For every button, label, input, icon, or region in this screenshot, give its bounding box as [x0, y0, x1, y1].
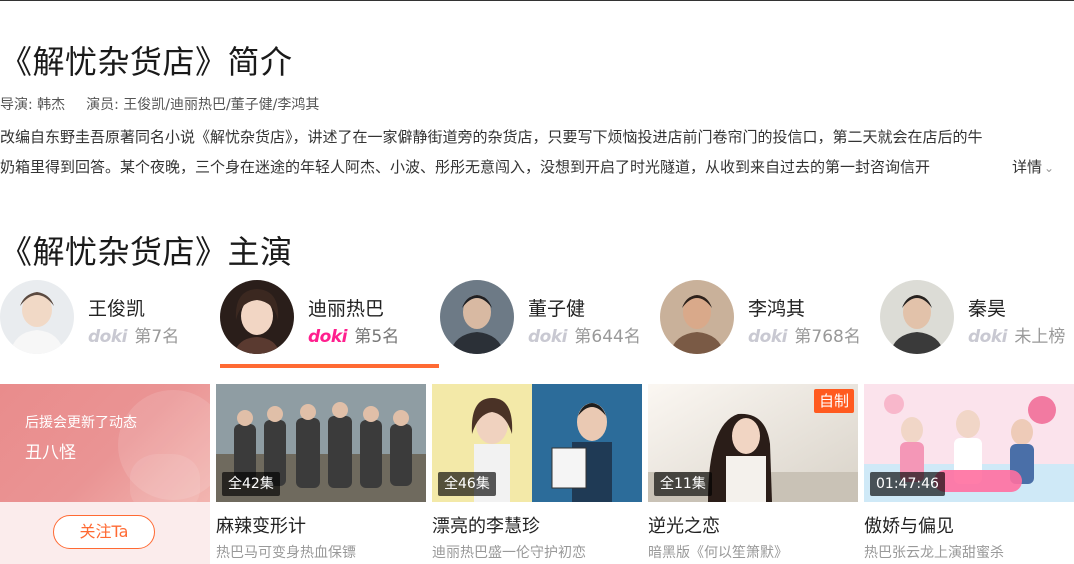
active-actor-indicator — [220, 364, 439, 368]
more-details-link[interactable]: 详情 ⌄ — [1012, 156, 1054, 177]
actor-card-3[interactable]: 董子健 doki 第644名 — [440, 278, 660, 368]
actor-card-4[interactable]: 李鸿其 doki 第768名 — [660, 278, 880, 368]
actor-rank: doki 第5名 — [308, 322, 399, 347]
show-title[interactable]: 麻辣变形计 — [216, 512, 306, 538]
top-divider — [0, 0, 1074, 1]
description-line-2: 奶箱里得到回答。某个夜晚，三个身在迷途的年轻人阿杰、小波、彤彤无意闯入，没想到开… — [0, 158, 931, 176]
show-subtitle: 迪丽热巴盛一伦守护初恋 — [432, 545, 586, 561]
episode-count-badge: 全46集 — [438, 472, 496, 496]
show-poster[interactable]: 自制 全11集 — [648, 384, 858, 502]
rank-text: 第5名 — [354, 327, 400, 347]
show-poster[interactable]: 01:47:46 — [864, 384, 1074, 502]
actor-rank: doki 第768名 — [748, 322, 861, 347]
show-title[interactable]: 漂亮的李慧珍 — [432, 512, 540, 538]
actor-name: 秦昊 — [968, 298, 1007, 320]
actor-rank: doki 第644名 — [528, 322, 641, 347]
cast-title: 《解忧杂货店》主演 — [0, 233, 293, 271]
doki-logo: doki — [308, 327, 347, 347]
fan-club-post-title[interactable]: 丑八怪 — [25, 438, 76, 463]
intro-title: 《解忧杂货店》简介 — [0, 43, 293, 81]
show-poster[interactable]: 全42集 — [216, 384, 426, 502]
show-card-4[interactable]: 01:47:46 傲娇与偏见 热巴张云龙上演甜蜜杀 — [864, 384, 1074, 564]
rank-text: 第768名 — [794, 327, 861, 347]
show-card-1[interactable]: 全42集 麻辣变形计 热巴马可变身热血保镖 — [216, 384, 426, 564]
avatar — [660, 280, 734, 354]
actor-rank: doki 未上榜 — [968, 322, 1065, 347]
rank-text: 第644名 — [574, 327, 641, 347]
decor — [130, 454, 200, 502]
show-card-2[interactable]: 全46集 漂亮的李慧珍 迪丽热巴盛一伦守护初恋 — [432, 384, 642, 564]
doki-logo: doki — [528, 327, 567, 347]
actor-card-2[interactable]: 迪丽热巴 doki 第5名 — [220, 278, 440, 368]
rank-text: 第7名 — [134, 327, 180, 347]
director-name[interactable]: 韩杰 — [37, 97, 65, 113]
cast-label: 演员: — [86, 97, 119, 113]
original-tag: 自制 — [813, 389, 854, 413]
doki-logo: doki — [748, 327, 787, 347]
cast-names[interactable]: 王俊凯/迪丽热巴/董子健/李鸿其 — [123, 97, 319, 113]
show-title[interactable]: 傲娇与偏见 — [864, 512, 954, 538]
director-label: 导演: — [0, 97, 33, 113]
rank-text: 未上榜 — [1014, 327, 1066, 347]
chevron-down-icon: ⌄ — [1044, 161, 1055, 175]
follow-button[interactable]: 关注Ta — [53, 515, 155, 549]
episode-count-badge: 全11集 — [654, 472, 712, 496]
actor-rank: doki 第7名 — [88, 322, 179, 347]
avatar — [0, 280, 74, 354]
duration-badge: 01:47:46 — [870, 472, 945, 496]
show-card-3[interactable]: 自制 全11集 逆光之恋 暗黑版《何以笙箫默》 — [648, 384, 858, 564]
avatar — [440, 280, 514, 354]
avatar — [880, 280, 954, 354]
fan-club-card[interactable]: 后援会更新了动态 丑八怪 关注Ta — [0, 384, 210, 564]
fan-club-update-text: 后援会更新了动态 — [25, 415, 137, 431]
show-title[interactable]: 逆光之恋 — [648, 512, 720, 538]
credits-line: 导演: 韩杰 演员: 王俊凯/迪丽热巴/董子健/李鸿其 — [0, 94, 319, 114]
actor-name: 王俊凯 — [88, 298, 146, 320]
show-subtitle: 暗黑版《何以笙箫默》 — [648, 545, 788, 561]
actor-name: 迪丽热巴 — [308, 298, 385, 320]
show-subtitle: 热巴马可变身热血保镖 — [216, 545, 356, 561]
doki-logo: doki — [968, 327, 1007, 347]
episode-count-badge: 全42集 — [222, 472, 280, 496]
more-details-label: 详情 — [1012, 158, 1043, 176]
actor-card-1[interactable]: 王俊凯 doki 第7名 — [0, 278, 220, 368]
actor-card-5[interactable]: 秦昊 doki 未上榜 — [880, 278, 1074, 368]
show-poster[interactable]: 全46集 — [432, 384, 642, 502]
description-line-1: 改编自东野圭吾原著同名小说《解忧杂货店》，讲述了在一家僻静街道旁的杂货店，只要写… — [0, 128, 983, 146]
description-fade — [940, 156, 1010, 178]
actor-name: 董子健 — [528, 298, 586, 320]
actor-name: 李鸿其 — [748, 298, 806, 320]
fan-club-banner: 后援会更新了动态 丑八怪 — [0, 384, 210, 502]
doki-logo: doki — [88, 327, 127, 347]
show-subtitle: 热巴张云龙上演甜蜜杀 — [864, 545, 1004, 561]
avatar — [220, 280, 294, 354]
